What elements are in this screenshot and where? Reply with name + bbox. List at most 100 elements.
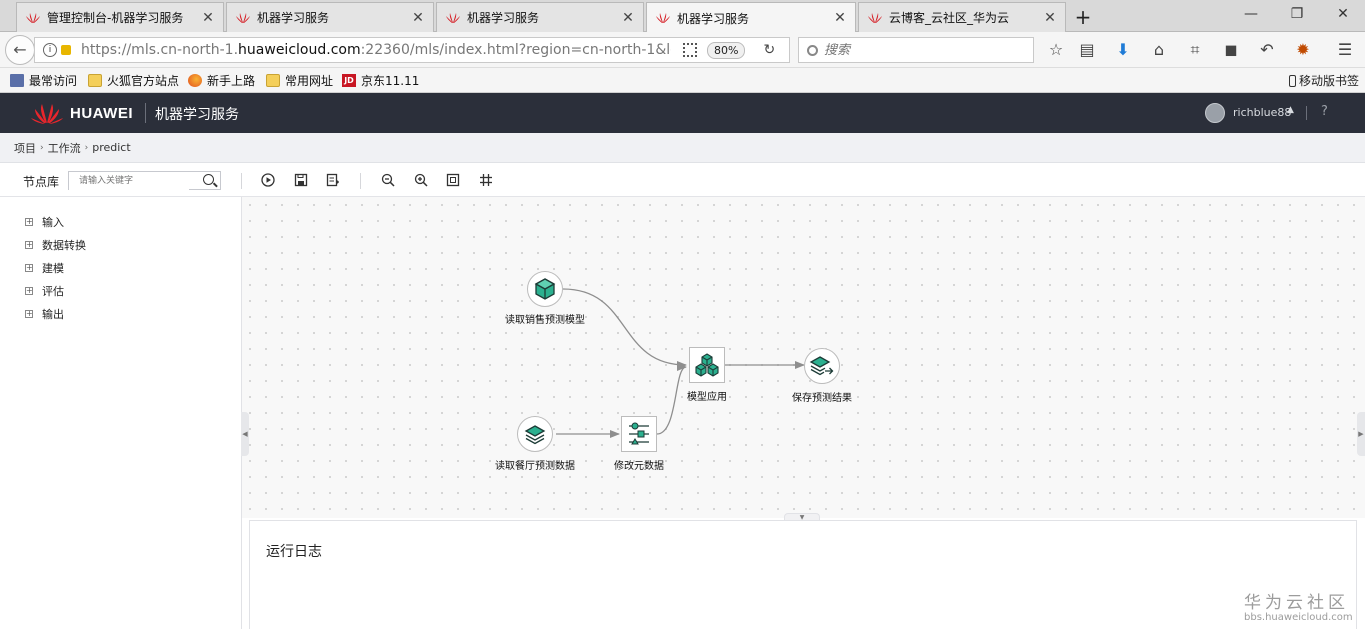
bookmark-label: 最常访问 [29,74,78,88]
browser-tab[interactable]: 管理控制台-机器学习服务 ✕ [16,2,224,32]
edge-model-to-apply [562,288,687,369]
expand-plus-icon[interactable]: + [25,218,33,226]
url-bar[interactable]: i https://mls.cn-north-1.huaweicloud.com… [34,37,790,63]
workflow-edges [556,288,805,438]
expand-plus-icon[interactable]: + [25,287,33,295]
url-suffix: :22360/mls/index.html?region=cn-north-1&… [360,42,671,58]
reading-list-icon[interactable]: ▤ [1077,40,1097,60]
browser-tab[interactable]: 机器学习服务 ✕ [436,2,644,32]
browser-nav-bar: ← i https://mls.cn-north-1.huaweicloud.c… [0,32,1365,68]
bookmark-star-icon[interactable]: ☆ [1046,40,1066,60]
node-library-label: 节点库 [23,175,60,189]
download-arrow-icon[interactable]: ⬇ [1113,40,1133,60]
node-label: 保存预测结果 [792,393,852,404]
browser-tab[interactable]: 机器学习服务 ✕ [226,2,434,32]
tab-close-icon[interactable]: ✕ [201,10,215,26]
breadcrumb-projects[interactable]: 项目 [14,140,36,156]
tree-item-evaluation[interactable]: + 评估 [25,283,64,299]
zoom-level-badge[interactable]: 80% [707,41,746,59]
search-icon[interactable] [203,174,214,185]
expand-plus-icon[interactable]: + [25,241,33,249]
window-restore-icon[interactable]: ❐ [1287,6,1307,22]
collapse-left-panel-icon[interactable]: ◀ [241,412,249,456]
tree-item-input[interactable]: + 输入 [25,214,64,230]
undo-arrow-icon[interactable]: ↶ [1257,40,1277,60]
cube-icon [534,278,556,300]
bookmark-common-sites[interactable]: 常用网址 [266,72,333,89]
workflow-canvas[interactable]: 读取销售预测模型 读取餐厅预测数据 修改元数据 模型应用 保存预测结果 [242,197,1365,518]
node-label: 修改元数据 [614,461,664,472]
browser-search-box[interactable] [798,37,1034,63]
save-as-icon[interactable] [325,172,341,188]
run-play-icon[interactable] [260,172,276,188]
extension-gear-icon[interactable]: ✹ [1293,40,1313,60]
expand-plus-icon[interactable]: + [25,264,33,272]
tab-close-icon[interactable]: ✕ [833,10,847,26]
huawei-logo-icon[interactable] [30,101,64,125]
node-icon[interactable] [527,271,563,307]
reload-icon[interactable]: ↻ [763,42,775,58]
bookmark-most-visited[interactable]: 最常访问 [10,72,77,89]
new-tab-plus-icon[interactable]: + [1072,5,1094,29]
tree-item-modeling[interactable]: + 建模 [25,260,64,276]
node-icon[interactable] [689,347,725,383]
qr-code-icon[interactable] [683,43,697,57]
save-layers-icon [809,356,834,376]
bookmarks-icon [10,74,24,87]
site-info-icon[interactable]: i [43,43,57,57]
node-icon[interactable] [621,416,657,452]
window-close-icon[interactable]: ✕ [1333,6,1353,22]
toolbar-divider [241,173,242,189]
home-icon[interactable]: ⌂ [1149,40,1169,60]
grid-toggle-icon[interactable] [478,172,494,188]
zoom-out-icon[interactable] [380,172,396,188]
expand-plus-icon[interactable]: + [25,310,33,318]
caret-up-icon[interactable]: ▲ [1287,105,1294,115]
window-minimize-icon[interactable]: — [1241,6,1261,22]
run-log-title: 运行日志 [266,544,322,560]
tab-close-icon[interactable]: ✕ [1043,10,1057,26]
layers-icon [524,425,546,445]
bookmarks-bar: 最常访问 火狐官方站点 新手上路 常用网址 JD 京东11.11 移动版书签 [0,68,1365,93]
node-label: 读取销售预测模型 [505,315,585,326]
url-domain: huaweicloud.com [238,42,361,58]
screenshot-crop-icon[interactable]: ⌗ [1185,40,1205,60]
mobile-bookmarks[interactable]: 移动版书签 [1288,72,1359,89]
breadcrumb-workflow[interactable]: 工作流 [48,140,81,156]
bookmark-getting-started[interactable]: 新手上路 [188,72,255,89]
tab-close-icon[interactable]: ✕ [621,10,635,26]
tree-item-data-transform[interactable]: + 数据转换 [25,237,86,253]
url-text[interactable]: https://mls.cn-north-1.huaweicloud.com:2… [81,42,671,58]
tab-close-icon[interactable]: ✕ [411,10,425,26]
help-question-icon[interactable]: ? [1321,104,1328,119]
browser-tab[interactable]: 云博客_云社区_华为云 ✕ [858,2,1066,32]
bookmark-jd[interactable]: JD 京东11.11 [342,72,419,89]
huawei-favicon-icon [235,12,251,24]
node-icon[interactable] [804,348,840,384]
collapse-right-panel-icon[interactable]: ▶ [1357,412,1365,456]
huawei-favicon-icon [655,12,671,24]
tree-item-label: 数据转换 [42,239,86,252]
tree-item-output[interactable]: + 输出 [25,306,64,322]
app-header: HUAWEI 机器学习服务 richblue88 ▲ ? [0,93,1365,133]
username[interactable]: richblue88 [1233,106,1291,119]
chat-bubble-icon[interactable]: ◼ [1221,40,1241,60]
folder-icon [266,74,280,87]
bookmark-label: 京东11.11 [361,74,420,88]
bookmark-label: 新手上路 [207,74,256,88]
node-search-input[interactable] [69,172,189,190]
bookmark-firefox-site[interactable]: 火狐官方站点 [88,72,179,89]
node-search-box[interactable] [68,171,221,190]
browser-search-input[interactable] [824,42,1014,58]
user-avatar[interactable] [1205,103,1225,123]
save-floppy-icon[interactable] [293,172,309,188]
browser-tab-active[interactable]: 机器学习服务 ✕ [646,2,856,33]
hamburger-menu-icon[interactable]: ☰ [1335,40,1355,60]
zoom-in-icon[interactable] [413,172,429,188]
node-icon[interactable] [517,416,553,452]
fit-view-icon[interactable] [445,172,461,188]
lock-warning-icon[interactable] [61,45,71,55]
mobile-bookmarks-label: 移动版书签 [1298,74,1359,88]
firefox-icon [188,74,202,87]
back-arrow-icon[interactable]: ← [5,35,35,65]
